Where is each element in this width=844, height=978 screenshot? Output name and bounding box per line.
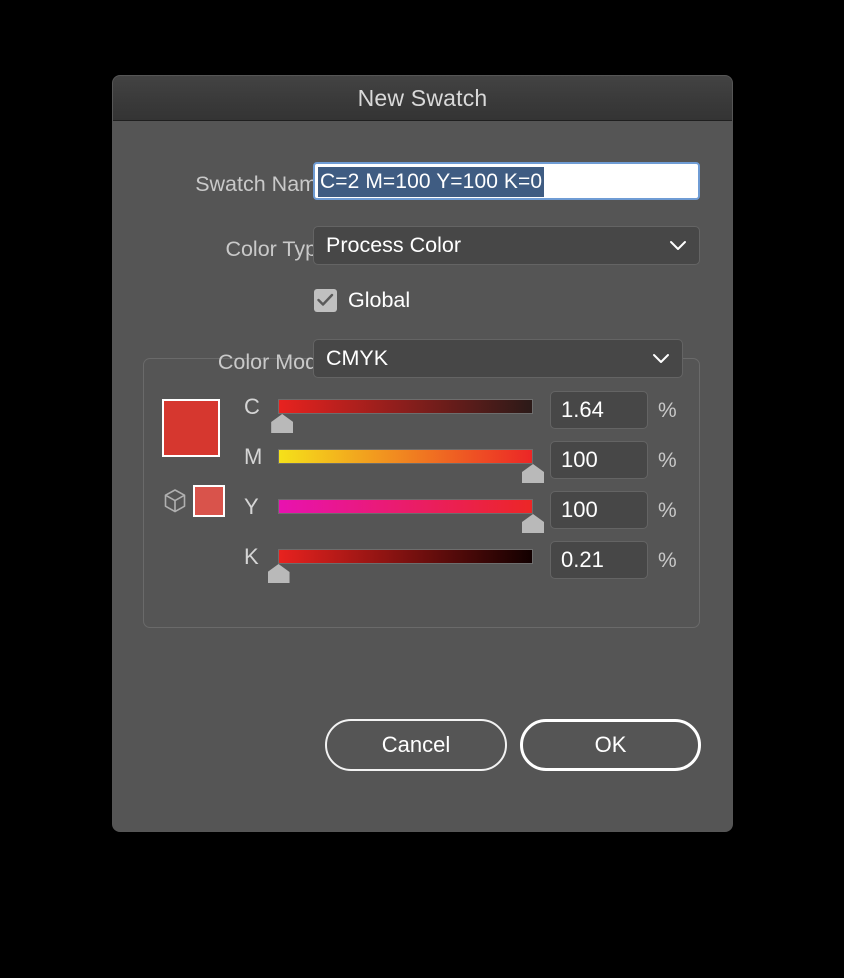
- percent-label-y: %: [658, 499, 677, 522]
- swatch-name-value: C=2 M=100 Y=100 K=0: [318, 167, 545, 197]
- value-text-m: 100: [561, 447, 598, 472]
- chevron-down-icon: [652, 353, 670, 365]
- ok-button[interactable]: OK: [520, 719, 701, 771]
- color-type-value: Process Color: [326, 233, 462, 257]
- color-mode-select[interactable]: CMYK: [313, 339, 683, 378]
- percent-label-m: %: [658, 449, 677, 472]
- check-icon: [317, 293, 334, 306]
- value-input-k[interactable]: 0.21: [550, 541, 648, 579]
- color-type-select[interactable]: Process Color: [313, 226, 700, 265]
- slider-row-c: C 1.64 %: [113, 391, 732, 443]
- slider-thumb-y[interactable]: [522, 514, 544, 533]
- percent-label-c: %: [658, 399, 677, 422]
- channel-label-m: M: [244, 444, 263, 469]
- color-mode-label: Color Mode:: [217, 350, 335, 374]
- value-input-y[interactable]: 100: [550, 491, 648, 529]
- global-label: Global: [348, 287, 411, 312]
- swatch-name-input[interactable]: C=2 M=100 Y=100 K=0: [313, 162, 700, 200]
- new-swatch-dialog: New Swatch Swatch Name: C=2 M=100 Y=100 …: [113, 76, 732, 831]
- slider-row-k: K 0.21 %: [113, 541, 732, 593]
- channel-label-y: Y: [244, 494, 259, 519]
- dialog-titlebar: New Swatch: [113, 76, 732, 121]
- slider-row-y: Y 100 %: [113, 491, 732, 543]
- chevron-down-icon: [669, 240, 687, 252]
- slider-thumb-k[interactable]: [267, 564, 290, 583]
- percent-label-k: %: [658, 549, 677, 572]
- value-text-c: 1.64: [561, 397, 604, 422]
- value-text-k: 0.21: [561, 547, 604, 572]
- color-type-label: Color Type:: [225, 237, 335, 261]
- dialog-title: New Swatch: [357, 85, 488, 111]
- slider-thumb-c[interactable]: [271, 414, 294, 433]
- swatch-name-label: Swatch Name:: [195, 172, 335, 196]
- slider-track-m[interactable]: [278, 449, 533, 464]
- slider-track-k[interactable]: [278, 549, 533, 564]
- color-mode-value: CMYK: [326, 346, 389, 370]
- cancel-button[interactable]: Cancel: [325, 719, 507, 771]
- value-text-y: 100: [561, 497, 598, 522]
- channel-label-c: C: [244, 394, 260, 419]
- slider-track-c[interactable]: [278, 399, 533, 414]
- value-input-m[interactable]: 100: [550, 441, 648, 479]
- slider-thumb-m[interactable]: [522, 464, 544, 483]
- value-input-c[interactable]: 1.64: [550, 391, 648, 429]
- slider-track-y[interactable]: [278, 499, 533, 514]
- global-checkbox-row[interactable]: Global: [314, 287, 410, 313]
- slider-row-m: M 100 %: [113, 441, 732, 493]
- channel-label-k: K: [244, 544, 259, 569]
- global-checkbox[interactable]: [314, 288, 337, 312]
